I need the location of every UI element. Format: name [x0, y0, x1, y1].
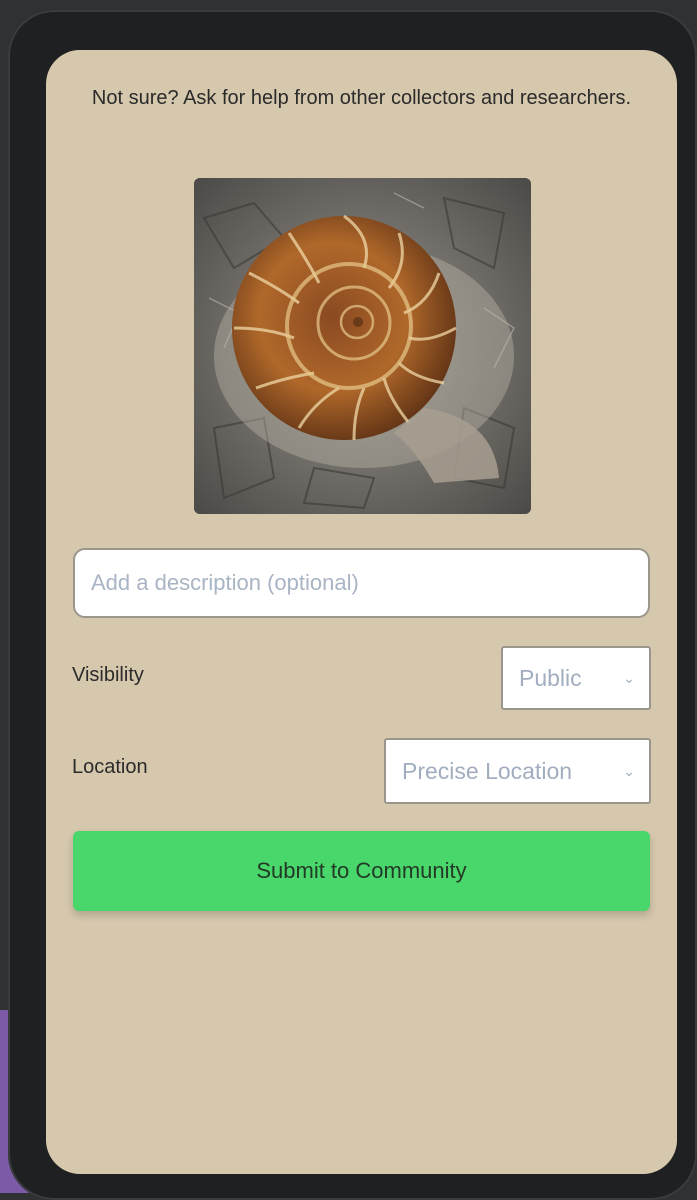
description-input[interactable] [73, 548, 650, 618]
location-select[interactable]: Precise Location ⌄ [384, 738, 651, 804]
help-text: Not sure? Ask for help from other collec… [91, 87, 632, 109]
fossil-photo [194, 178, 531, 514]
visibility-select[interactable]: Public ⌄ [501, 646, 651, 710]
ammonite-fossil-image [194, 178, 531, 514]
location-label: Location [72, 756, 148, 778]
location-value: Precise Location [402, 757, 573, 784]
submit-to-community-button[interactable]: Submit to Community [73, 831, 650, 911]
chevron-down-icon: ⌄ [623, 669, 635, 686]
app-screen: Not sure? Ask for help from other collec… [46, 50, 677, 1174]
phone-frame: Not sure? Ask for help from other collec… [8, 10, 697, 1200]
visibility-value: Public [519, 664, 582, 691]
chevron-down-icon: ⌄ [623, 762, 635, 779]
visibility-label: Visibility [72, 664, 144, 686]
